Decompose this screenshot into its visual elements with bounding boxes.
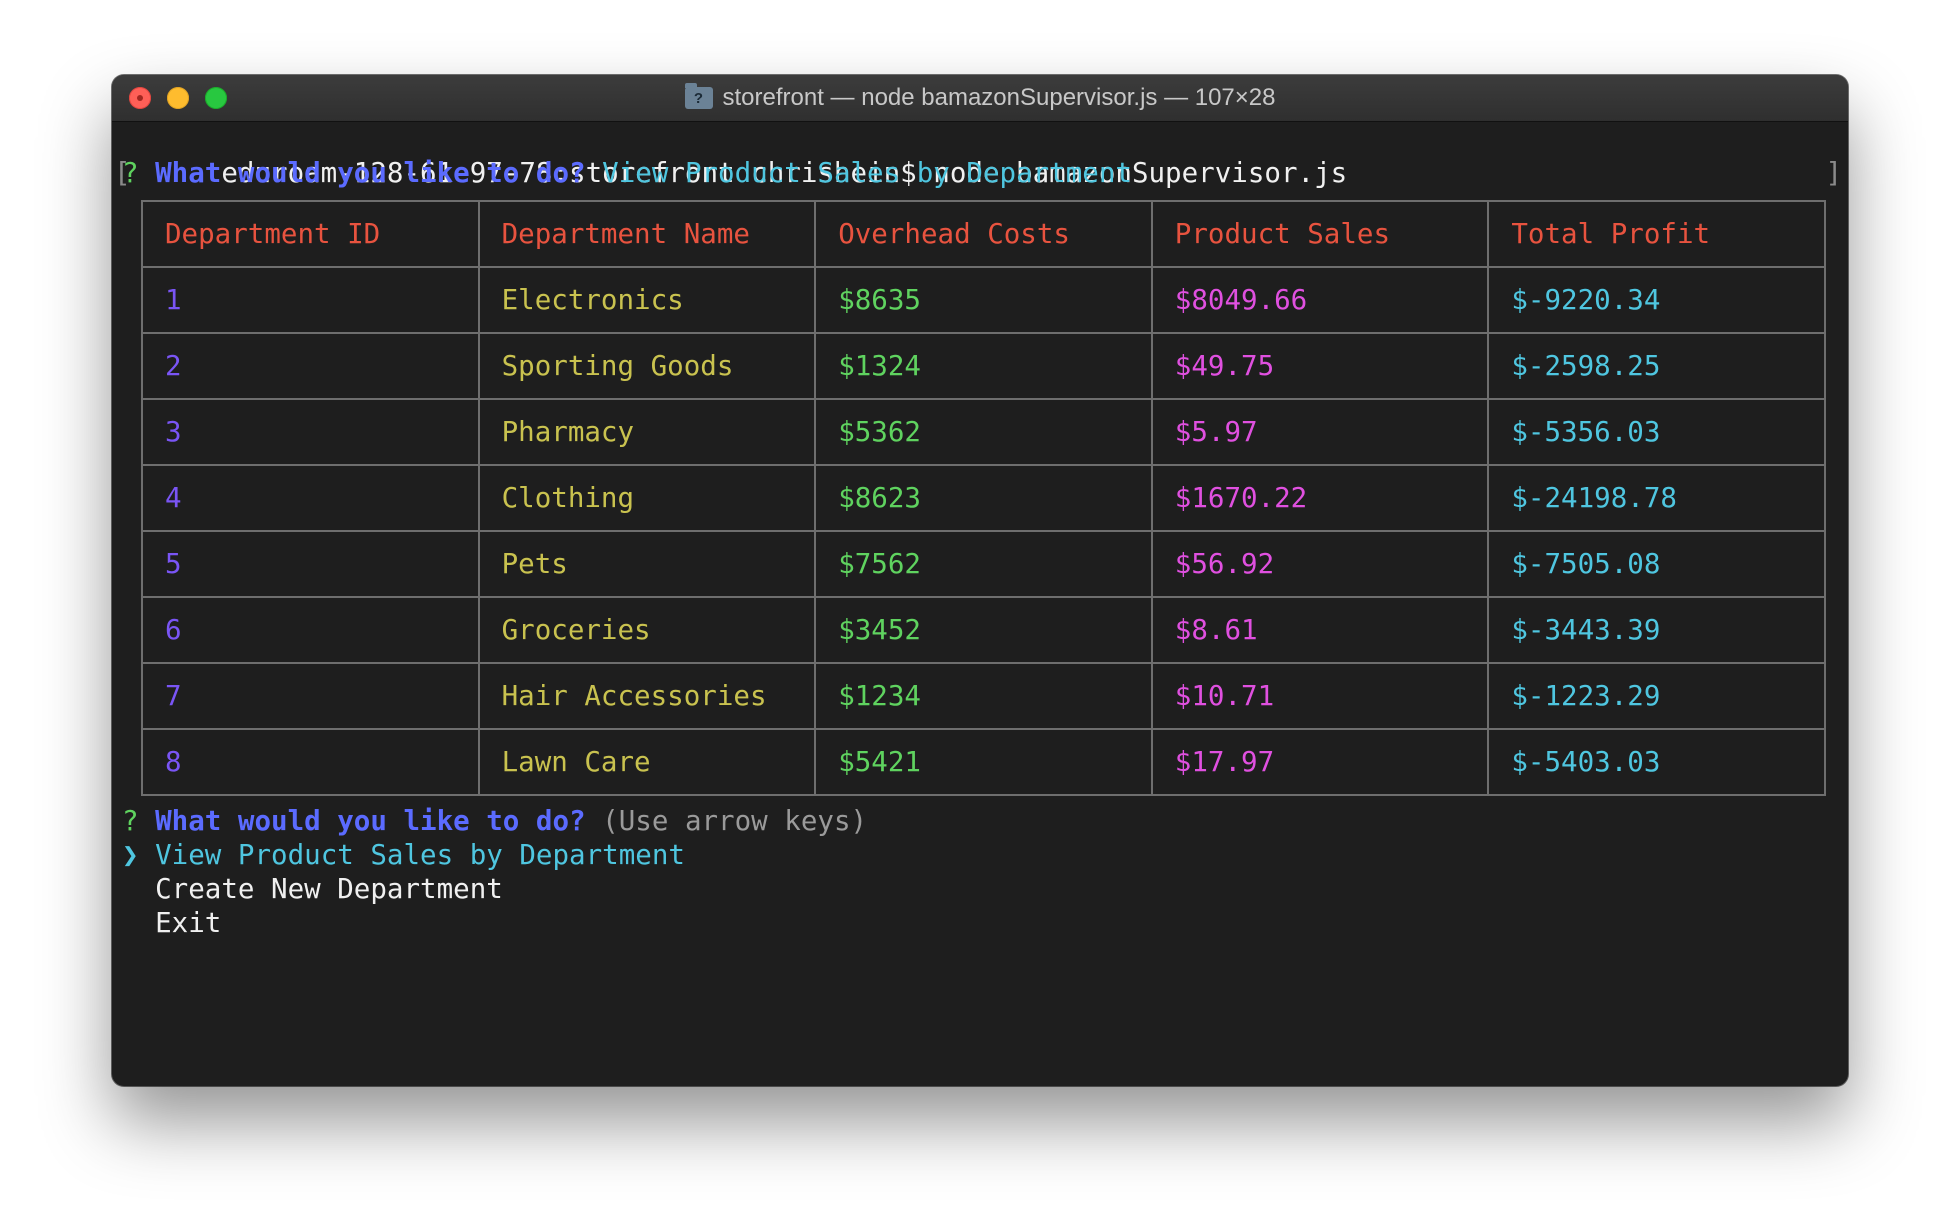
cell-name: Pharmacy — [477, 398, 817, 466]
menu-item-label: Exit — [155, 907, 222, 939]
cell-overhead: $8623 — [814, 464, 1153, 532]
table-row: 6 Groceries $3452 $8.61 $-3443.39 — [141, 596, 1826, 664]
cell-sales: $1670.22 — [1150, 464, 1490, 532]
prompt-active: ? What would you like to do? (Use arrow … — [122, 804, 1838, 838]
cell-sales: $49.75 — [1150, 332, 1490, 400]
table-row: 1 Electronics $8635 $8049.66 $-9220.34 — [141, 266, 1826, 334]
window-title-area: ? storefront — node bamazonSupervisor.js… — [112, 75, 1848, 121]
cell-profit: $-24198.78 — [1487, 464, 1826, 532]
cell-sales: $56.92 — [1150, 530, 1490, 598]
cell-sales: $8049.66 — [1150, 266, 1490, 334]
header-total-profit: Total Profit — [1487, 200, 1826, 268]
cell-id: 7 — [141, 662, 480, 730]
header-department-id: Department ID — [141, 200, 480, 268]
table-header-row: Department ID Department Name Overhead C… — [141, 200, 1826, 268]
prompt-mark: ? — [122, 805, 139, 837]
cell-profit: $-9220.34 — [1487, 266, 1826, 334]
cell-overhead: $1324 — [814, 332, 1153, 400]
cell-sales: $5.97 — [1150, 398, 1490, 466]
prompt-answered: ? What would you like to do? View Produc… — [122, 156, 1838, 190]
cell-id: 1 — [141, 266, 480, 334]
cell-id: 4 — [141, 464, 480, 532]
cell-profit: $-7505.08 — [1487, 530, 1826, 598]
menu-item-exit[interactable]: Exit — [122, 906, 1838, 940]
terminal-window: ? storefront — node bamazonSupervisor.js… — [112, 75, 1848, 1086]
cell-name: Pets — [477, 530, 817, 598]
cell-profit: $-5403.03 — [1487, 728, 1826, 796]
table-row: 5 Pets $7562 $56.92 $-7505.08 — [141, 530, 1826, 598]
cell-overhead: $1234 — [814, 662, 1153, 730]
prompt-question: What would you like to do? — [155, 805, 586, 837]
cell-name: Sporting Goods — [477, 332, 817, 400]
prompt-mark: ? — [122, 157, 139, 189]
command-line: [eduroam-128-61-97-78:storefront chrishe… — [114, 122, 1842, 189]
cell-sales: $17.97 — [1150, 728, 1490, 796]
table-row: 7 Hair Accessories $1234 $10.71 $-1223.2… — [141, 662, 1826, 730]
cell-overhead: $8635 — [814, 266, 1153, 334]
prompt-answer: View Product Sales by Department — [602, 157, 1132, 189]
cell-id: 8 — [141, 728, 480, 796]
cell-overhead: $5421 — [814, 728, 1153, 796]
menu-item-view-sales[interactable]: ❯ View Product Sales by Department — [122, 838, 1838, 872]
cell-id: 2 — [141, 332, 480, 400]
cell-overhead: $7562 — [814, 530, 1153, 598]
folder-icon: ? — [684, 83, 713, 109]
cell-name: Clothing — [477, 464, 817, 532]
prompt-question: What would you like to do? — [155, 157, 586, 189]
cell-name: Hair Accessories — [477, 662, 817, 730]
cell-overhead: $3452 — [814, 596, 1153, 664]
header-product-sales: Product Sales — [1150, 200, 1490, 268]
menu-item-create-department[interactable]: Create New Department — [122, 872, 1838, 906]
header-department-name: Department Name — [477, 200, 817, 268]
cell-profit: $-2598.25 — [1487, 332, 1826, 400]
table-row: 2 Sporting Goods $1324 $49.75 $-2598.25 — [141, 332, 1826, 400]
menu-pointer-icon: ❯ — [122, 839, 139, 871]
cell-name: Electronics — [477, 266, 817, 334]
cell-id: 3 — [141, 398, 480, 466]
sales-table: Department ID Department Name Overhead C… — [141, 200, 1826, 796]
cell-overhead: $5362 — [814, 398, 1153, 466]
cell-sales: $8.61 — [1150, 596, 1490, 664]
cell-profit: $-1223.29 — [1487, 662, 1826, 730]
menu-item-label: Create New Department — [155, 873, 503, 905]
table-row: 4 Clothing $8623 $1670.22 $-24198.78 — [141, 464, 1826, 532]
menu-item-label: View Product Sales by Department — [155, 839, 685, 871]
cell-sales: $10.71 — [1150, 662, 1490, 730]
prompt-hint: (Use arrow keys) — [602, 805, 868, 837]
header-overhead-costs: Overhead Costs — [814, 200, 1153, 268]
cell-name: Groceries — [477, 596, 817, 664]
table-row: 8 Lawn Care $5421 $17.97 $-5403.03 — [141, 728, 1826, 796]
cell-id: 5 — [141, 530, 480, 598]
window-title: storefront — node bamazonSupervisor.js —… — [722, 84, 1276, 111]
cell-name: Lawn Care — [477, 728, 817, 796]
sales-table-wrap: Department ID Department Name Overhead C… — [122, 190, 1838, 804]
cell-profit: $-5356.03 — [1487, 398, 1826, 466]
table-row: 3 Pharmacy $5362 $5.97 $-5356.03 — [141, 398, 1826, 466]
terminal-content[interactable]: [eduroam-128-61-97-78:storefront chrishe… — [112, 122, 1848, 1086]
cell-id: 6 — [141, 596, 480, 664]
title-bar[interactable]: ? storefront — node bamazonSupervisor.js… — [112, 75, 1848, 122]
cell-profit: $-3443.39 — [1487, 596, 1826, 664]
